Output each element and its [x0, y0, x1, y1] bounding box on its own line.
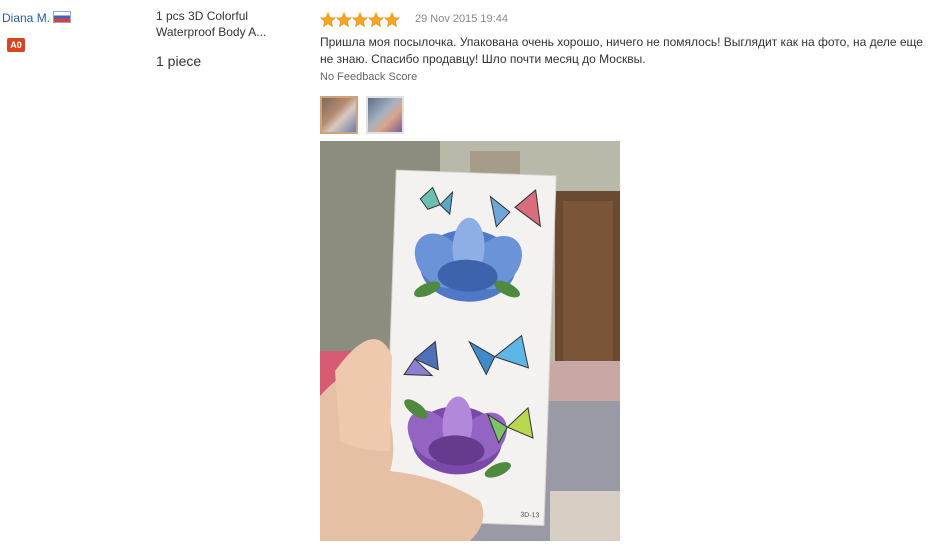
review-photo-thumbnail[interactable]: [366, 96, 404, 134]
star-icon: [352, 12, 368, 28]
reviewer: Diana M.: [2, 11, 72, 25]
star-icon: [320, 12, 336, 28]
review-text: Пришла моя посылочка. Упакована очень хо…: [320, 35, 923, 66]
star-icon: [368, 12, 384, 28]
review-photo-image: 3D-13: [320, 141, 620, 541]
reviewer-name-link[interactable]: Diana M.: [2, 11, 50, 25]
sticker-label: 3D-13: [520, 512, 539, 520]
review-photo-thumbnail[interactable]: [320, 96, 358, 134]
russia-flag-icon: [53, 11, 72, 23]
star-rating: [320, 12, 400, 28]
buyer-level-badge: A0: [7, 38, 25, 52]
feedback-score: No Feedback Score: [320, 71, 418, 83]
product-info: 1 pcs 3D Colorful Waterproof Body A...: [156, 8, 306, 40]
star-icon: [336, 12, 352, 28]
product-title: 1 pcs 3D Colorful Waterproof Body A...: [156, 9, 267, 39]
review-photo-large[interactable]: 3D-13: [320, 141, 620, 541]
product-quantity: 1 piece: [156, 53, 202, 69]
review-date: 29 Nov 2015 19:44: [415, 13, 508, 25]
star-icon: [384, 12, 400, 28]
